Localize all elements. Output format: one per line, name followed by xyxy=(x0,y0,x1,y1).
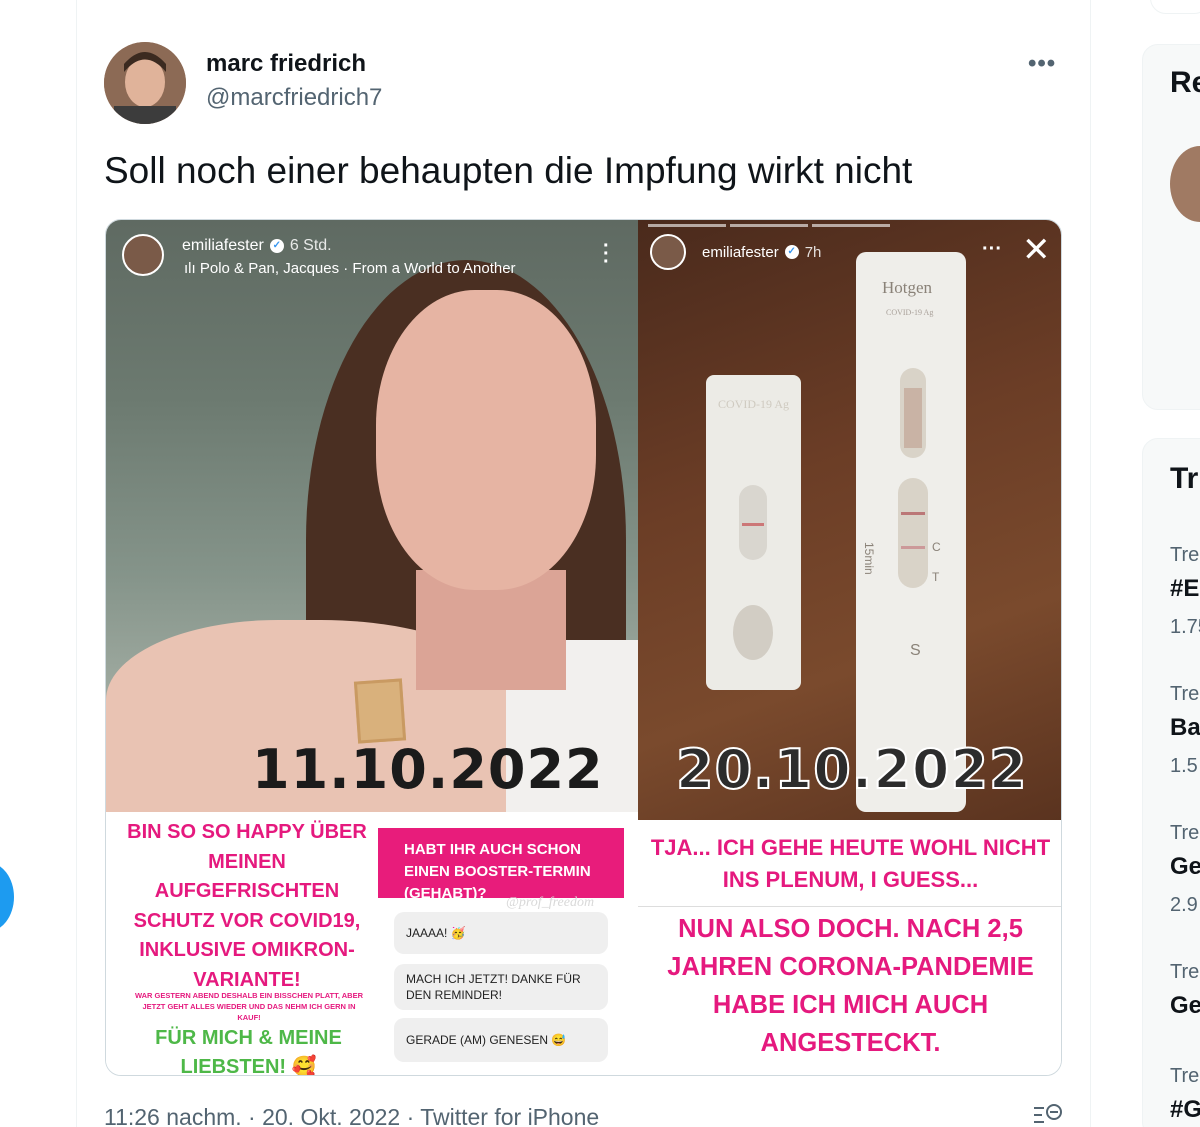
trend-count: 1.75 xyxy=(1170,616,1200,638)
trends-card xyxy=(1142,438,1200,1127)
trend-tag[interactable]: Ge xyxy=(1170,992,1200,1020)
section-heading: Tr xyxy=(1170,462,1199,495)
trend-tag[interactable]: #G xyxy=(1170,1096,1200,1124)
pink-caption: NUN ALSO DOCH. NACH 2,5 JAHREN CORONA-PA… xyxy=(667,915,1034,1057)
left-nav xyxy=(0,0,76,1127)
watermark: @prof_freedom xyxy=(506,895,595,910)
music-icon: ılı xyxy=(184,260,200,277)
pink-caption: BIN SO SO HAPPY ÜBER MEINEN AUFGEFRISCHT… xyxy=(127,821,367,991)
tweet-text: Soll noch einer behaupten die Impfung wi… xyxy=(104,150,913,191)
story-avatar xyxy=(122,234,164,276)
music-line: ılı Polo & Pan, Jacques · From a World t… xyxy=(184,260,516,277)
divider xyxy=(1090,0,1091,1127)
verified-icon: ✓ xyxy=(269,239,284,253)
fine-print: WAR GESTERN ABEND DESHALB EIN BISSCHEN P… xyxy=(134,991,364,1022)
trend-label: Tre xyxy=(1170,544,1200,566)
story-header: emiliafester ✓ 7h xyxy=(650,234,821,270)
trend-label: Tre xyxy=(1170,822,1200,844)
author-handle[interactable]: @marcfriedrich7 xyxy=(206,84,382,112)
trend-label: Tre xyxy=(1170,1065,1200,1087)
section-heading: Re xyxy=(1170,66,1200,99)
story-time: 6 Std. xyxy=(289,237,332,254)
trend-count: 1.5 xyxy=(1170,755,1198,777)
trend-count: 2.9 xyxy=(1170,894,1198,916)
reply-bubble: GERADE (AM) GENESEN 😅 xyxy=(394,1018,608,1062)
compose-button[interactable] xyxy=(0,862,14,932)
story-text-area: TJA... ICH GEHE HEUTE WOHL NICHT INS PLE… xyxy=(638,820,1061,1075)
bandage xyxy=(353,678,407,744)
tweet-timestamp[interactable]: 11:26 nachm. · 20. Okt. 2022 · Twitter f… xyxy=(104,1104,599,1127)
trend-tag[interactable]: Ge xyxy=(1170,853,1200,881)
trend-label: Tre xyxy=(1170,683,1200,705)
trend-tag[interactable]: #E xyxy=(1170,575,1199,603)
more-options-icon[interactable]: ••• xyxy=(1028,50,1056,78)
trend-tag[interactable]: Ba xyxy=(1170,714,1200,742)
close-icon: ✕ xyxy=(1022,231,1051,269)
divider xyxy=(76,0,77,1127)
trend-label: Tre xyxy=(1170,961,1200,983)
selfie-photo xyxy=(106,220,638,820)
analytics-icon[interactable] xyxy=(1032,1102,1064,1127)
story-time: 7h xyxy=(804,243,822,261)
tweet-media[interactable]: emiliafester ✓ 6 Std. ılı Polo & Pan, Ja… xyxy=(105,219,1062,1076)
story-text-area: BIN SO SO HAPPY ÜBER MEINEN AUFGEFRISCHT… xyxy=(106,812,638,1076)
search-box[interactable] xyxy=(1150,0,1200,14)
story-more-icon: ··· xyxy=(982,238,1002,260)
verified-icon: ✓ xyxy=(784,245,799,259)
question-box: HABT IHR AUCH SCHON EINEN BOOSTER-TERMIN… xyxy=(378,828,624,902)
story-left: emiliafester ✓ 6 Std. ılı Polo & Pan, Ja… xyxy=(106,220,638,1076)
story-right: COVID-19 Ag Hotgen COVID-19 Ag 15min C T… xyxy=(638,220,1061,1075)
test-photo: COVID-19 Ag Hotgen COVID-19 Ag 15min C T… xyxy=(638,220,1061,820)
reply-bubble: MACH ICH JETZT! DANKE FÜR DEN REMINDER! xyxy=(394,964,608,1010)
date-label: 11.10.2022 xyxy=(252,738,604,801)
green-caption: FÜR MICH & MEINE LIEBSTEN! 🥰 xyxy=(155,1027,342,1076)
avatar[interactable] xyxy=(104,42,186,124)
story-avatar xyxy=(650,234,686,270)
author-name[interactable]: marc friedrich xyxy=(206,50,366,78)
story-username: emiliafester xyxy=(702,243,779,261)
story-more-icon: ··· xyxy=(603,235,610,273)
pink-caption: TJA... ICH GEHE HEUTE WOHL NICHT INS PLE… xyxy=(650,835,1051,892)
reply-bubble: JAAAA! 🥳 xyxy=(394,912,608,954)
story-username: emiliafester xyxy=(182,237,264,254)
date-label: 20.10.2022 xyxy=(675,737,1028,802)
